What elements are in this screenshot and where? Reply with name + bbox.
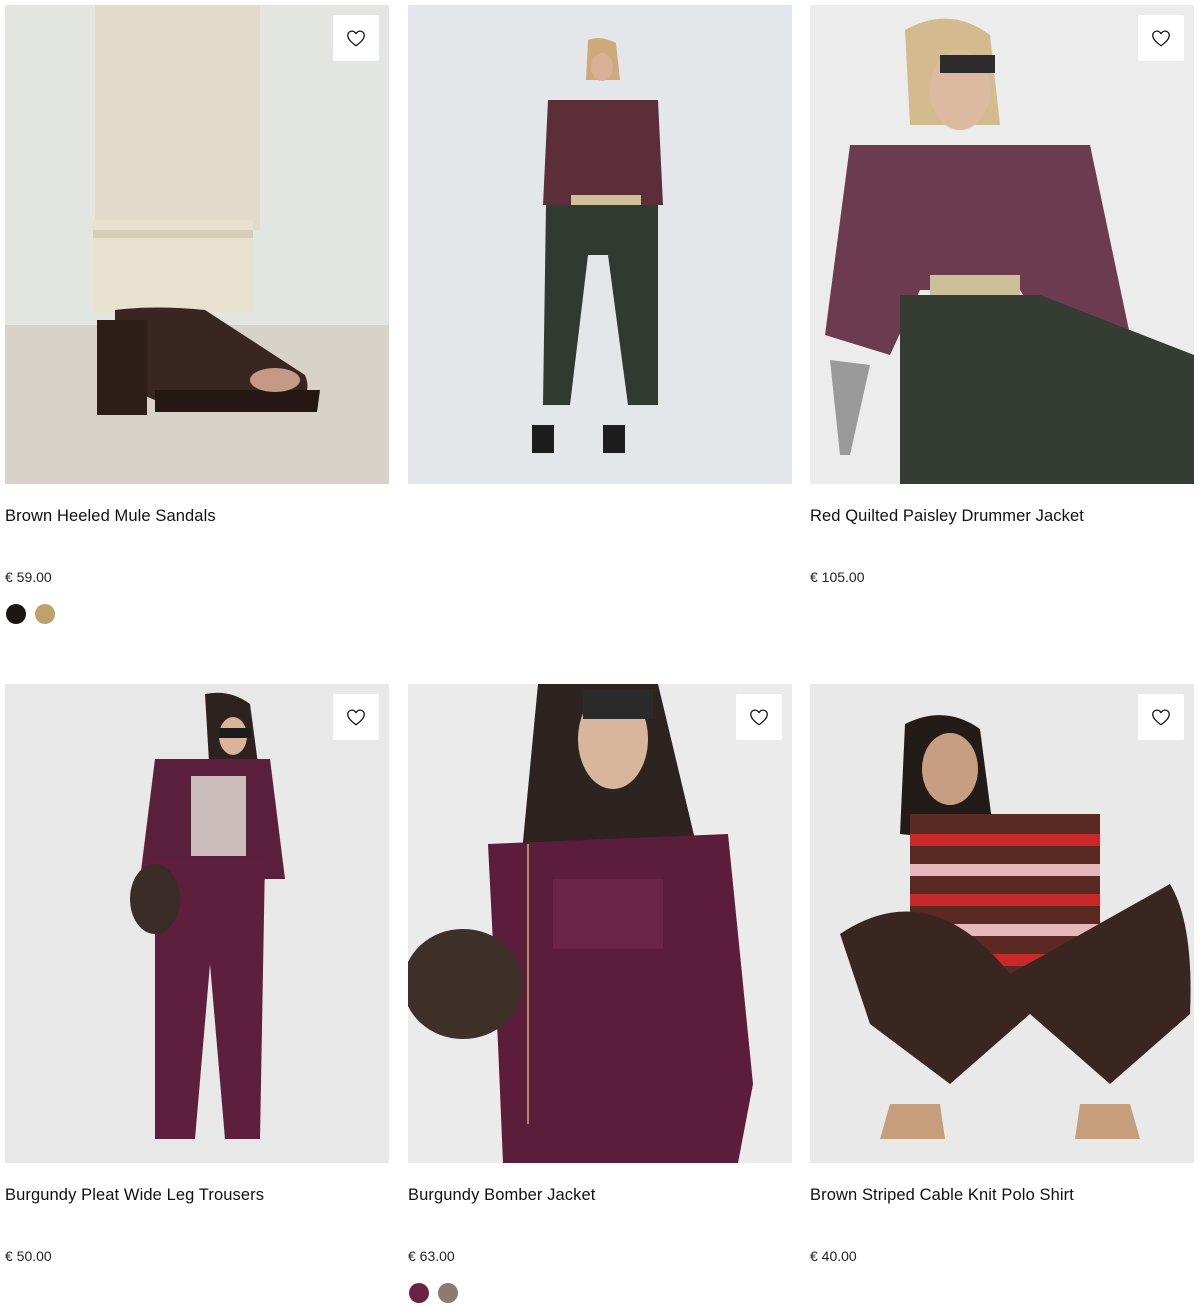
color-swatches (6, 604, 55, 624)
product-title[interactable]: Red Quilted Paisley Drummer Jacket (810, 505, 1084, 527)
product-price: € 40.00 (810, 1248, 857, 1264)
product-card[interactable]: Burgundy Pleat Wide Leg Trousers € 50.00 (5, 684, 389, 1264)
product-title[interactable]: Burgundy Pleat Wide Leg Trousers (5, 1184, 264, 1206)
product-title[interactable]: Burgundy Bomber Jacket (408, 1184, 595, 1206)
color-swatches (409, 1283, 458, 1303)
product-photo-sandals (5, 5, 389, 484)
product-photo-wide-leg-trousers (5, 684, 389, 1163)
wishlist-button[interactable] (1138, 15, 1184, 61)
product-card[interactable]: Brown Heeled Mule Sandals € 59.00 (5, 5, 389, 624)
color-swatch-dark[interactable] (6, 604, 26, 624)
product-price: € 59.00 (5, 569, 52, 585)
product-photo-bomber-jacket (408, 684, 792, 1163)
product-image[interactable] (5, 5, 389, 484)
color-swatch-taupe[interactable] (438, 1283, 458, 1303)
product-photo-paisley-jacket-seated (810, 5, 1194, 484)
heart-outline-icon (1152, 709, 1170, 726)
product-image[interactable] (408, 5, 792, 484)
heart-outline-icon (1152, 30, 1170, 47)
product-photo-paisley-jacket-fullbody (408, 5, 792, 484)
product-photo-striped-polo (810, 684, 1194, 1163)
product-title[interactable]: Brown Striped Cable Knit Polo Shirt (810, 1184, 1074, 1206)
color-swatch-tan[interactable] (35, 604, 55, 624)
color-swatch-burgundy[interactable] (409, 1283, 429, 1303)
product-card[interactable] (408, 5, 792, 484)
heart-outline-icon (347, 709, 365, 726)
wishlist-button[interactable] (333, 15, 379, 61)
product-card[interactable]: Burgundy Bomber Jacket € 63.00 (408, 684, 792, 1303)
heart-outline-icon (347, 30, 365, 47)
product-card[interactable]: Brown Striped Cable Knit Polo Shirt € 40… (810, 684, 1194, 1264)
product-title[interactable]: Brown Heeled Mule Sandals (5, 505, 216, 527)
wishlist-button[interactable] (333, 694, 379, 740)
product-price: € 50.00 (5, 1248, 52, 1264)
product-price: € 63.00 (408, 1248, 455, 1264)
product-image[interactable] (5, 684, 389, 1163)
product-image[interactable] (810, 5, 1194, 484)
wishlist-button[interactable] (1138, 694, 1184, 740)
wishlist-button[interactable] (736, 694, 782, 740)
heart-outline-icon (750, 709, 768, 726)
product-image[interactable] (408, 684, 792, 1163)
product-image[interactable] (810, 684, 1194, 1163)
product-price: € 105.00 (810, 569, 865, 585)
product-card[interactable]: Red Quilted Paisley Drummer Jacket € 105… (810, 5, 1194, 585)
